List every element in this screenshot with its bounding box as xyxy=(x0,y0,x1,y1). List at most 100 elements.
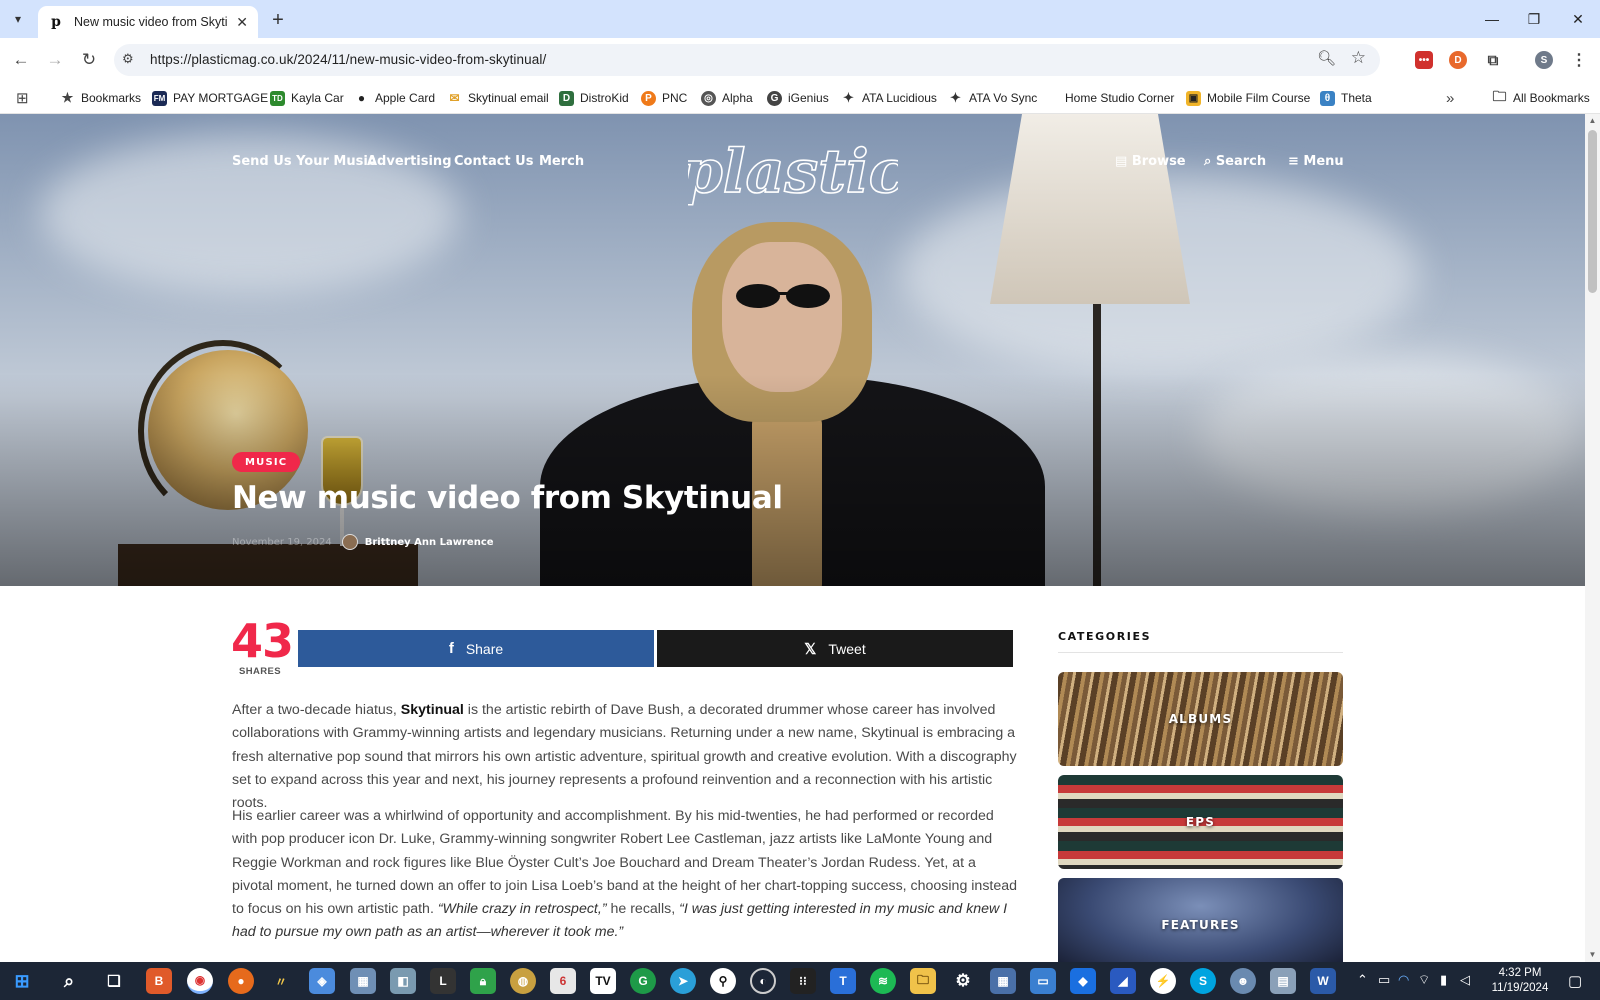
spotify-icon[interactable]: ≋ xyxy=(870,968,896,994)
nav-contact-us[interactable]: Contact Us xyxy=(454,154,533,169)
app-6-icon[interactable]: 6 xyxy=(550,968,576,994)
tray-app-icon[interactable]: ◠ xyxy=(1398,972,1409,988)
apps-grid-icon[interactable]: ⊞ xyxy=(16,88,29,108)
bookmark-kayla-car[interactable]: TD Kayla Car xyxy=(270,88,344,108)
photos-icon[interactable]: ▦ xyxy=(350,968,376,994)
dots-app-icon[interactable]: ⁝⁝ xyxy=(790,968,816,994)
restore-button[interactable]: ❐ xyxy=(1514,8,1554,30)
plastic-logo[interactable]: plastic xyxy=(688,136,898,212)
copilot-icon[interactable]: ◈ xyxy=(309,968,335,994)
bookmark-pnc[interactable]: P PNC xyxy=(641,88,687,108)
taskbar-clock[interactable]: 4:32 PM 11/19/2024 xyxy=(1488,966,1552,996)
category-card-features[interactable]: FEATURES xyxy=(1058,878,1343,962)
nav-search[interactable]: ⌕ Search xyxy=(1204,154,1266,169)
task-view-icon[interactable]: ❏ xyxy=(101,968,127,994)
calculator-icon[interactable]: ▦ xyxy=(990,968,1016,994)
scroll-thumb[interactable] xyxy=(1588,130,1597,293)
profile-avatar[interactable]: S xyxy=(1535,51,1553,69)
nav-browse[interactable]: ▤ Browse xyxy=(1115,154,1186,169)
all-bookmarks[interactable]: 🗀︎ All Bookmarks xyxy=(1492,88,1590,108)
remote-desktop-icon[interactable]: ▭ xyxy=(1030,968,1056,994)
scroll-up-arrow-icon[interactable]: ▲ xyxy=(1585,114,1600,128)
new-tab-button[interactable]: + xyxy=(266,8,290,32)
nav-send-us-your-music[interactable]: Send Us Your Music xyxy=(232,154,376,169)
bookmark-star-icon[interactable]: ☆ xyxy=(1351,48,1366,68)
extensions-puzzle-icon[interactable]: ⧉ xyxy=(1484,51,1502,69)
bookmark-theta[interactable]: θ Theta xyxy=(1320,88,1372,108)
author-avatar[interactable] xyxy=(341,534,358,550)
tradingview-icon[interactable]: TV xyxy=(590,968,616,994)
location-app-icon[interactable]: ⚲ xyxy=(710,968,736,994)
lastpass-extension-icon[interactable]: ••• xyxy=(1415,51,1433,69)
battery-icon[interactable]: ▮ xyxy=(1440,972,1447,988)
app-icon[interactable]: ☻ xyxy=(1230,968,1256,994)
close-tab-icon[interactable]: ✕ xyxy=(236,14,248,31)
nav-menu[interactable]: ≡ Menu xyxy=(1288,154,1344,169)
bookmark-ata-vo-sync[interactable]: ✦ ATA Vo Sync xyxy=(948,88,1037,108)
minimize-button[interactable]: — xyxy=(1472,8,1512,30)
address-bar[interactable]: ⚙ https://plasticmag.co.uk/2024/11/new-m… xyxy=(114,44,1380,76)
bookmark-bookmarks[interactable]: ★ Bookmarks xyxy=(60,88,141,108)
bookmark-alpha[interactable]: ◎ Alpha xyxy=(701,88,753,108)
obs-icon[interactable]: ◐ xyxy=(750,968,776,994)
tweet-button[interactable]: 𝕏 Tweet xyxy=(657,630,1013,667)
app-icon[interactable]: ⚡ xyxy=(1150,968,1176,994)
author-name[interactable]: Brittney Ann Lawrence xyxy=(365,537,494,548)
terminal-app-icon[interactable]: L xyxy=(430,968,456,994)
duckduckgo-extension-icon[interactable]: D xyxy=(1449,51,1467,69)
reload-button[interactable]: ↻ xyxy=(77,48,101,72)
lock-app-icon[interactable]: 🔒︎ xyxy=(470,968,496,994)
app-icon[interactable]: ◍ xyxy=(510,968,536,994)
tab-active[interactable]: p New music video from Skytinual ✕ xyxy=(38,6,258,38)
dropbox-icon[interactable]: ◆ xyxy=(1070,968,1096,994)
file-explorer-icon[interactable]: 🗀︎ xyxy=(910,968,936,994)
post-meta: November 19, 2024 Brittney Ann Lawrence xyxy=(232,532,494,552)
url-text[interactable]: https://plasticmag.co.uk/2024/11/new-mus… xyxy=(150,52,546,67)
skype-icon[interactable]: S xyxy=(1190,968,1216,994)
t-app-icon[interactable]: T xyxy=(830,968,856,994)
word-icon[interactable]: W xyxy=(1310,968,1336,994)
bookmark-pay-mortgage[interactable]: FM PAY MORTGAGE xyxy=(152,88,268,108)
close-window-button[interactable]: ✕ xyxy=(1558,8,1598,30)
scroll-down-arrow-icon[interactable]: ▼ xyxy=(1585,948,1600,962)
bookmark-apple-card[interactable]: ● Apple Card xyxy=(354,88,435,108)
notifications-icon[interactable]: ▢ xyxy=(1568,972,1582,990)
telegram-icon[interactable]: ➤ xyxy=(670,968,696,994)
bookmark-skytinual-email[interactable]: ✉ Skytinual email xyxy=(447,88,548,108)
site-info-icon[interactable]: ⚙ xyxy=(122,51,134,67)
tray-chevron-icon[interactable]: ⌃ xyxy=(1357,972,1368,988)
search-taskbar-icon[interactable]: ⌕ xyxy=(56,968,82,994)
more-bookmarks-chevron-icon[interactable]: » xyxy=(1446,88,1454,108)
category-card-eps[interactable]: EPS xyxy=(1058,775,1343,869)
bookmark-home-studio-corner[interactable]: Home Studio Corner xyxy=(1065,88,1174,108)
facebook-share-button[interactable]: f Share xyxy=(298,630,654,667)
share-count-number: 43 xyxy=(231,614,294,668)
bookmark-ata-lucidious[interactable]: ✦ ATA Lucidious xyxy=(841,88,937,108)
brave-icon[interactable]: B xyxy=(146,968,172,994)
bookmark-distrokid[interactable]: D DistroKid xyxy=(559,88,629,108)
category-badge[interactable]: MUSIC xyxy=(232,452,301,472)
notes-icon[interactable]: ◧ xyxy=(390,968,416,994)
page-scrollbar[interactable]: ▲ ▼ xyxy=(1585,114,1600,962)
volume-icon[interactable]: ◁ xyxy=(1460,972,1470,988)
app-icon[interactable]: ◢ xyxy=(1110,968,1136,994)
zoom-icon[interactable]: 🔍︎ xyxy=(1317,49,1336,67)
forward-button[interactable]: → xyxy=(43,48,67,72)
browser-menu-icon[interactable]: ⋮ xyxy=(1570,51,1588,69)
grammarly-icon[interactable]: G xyxy=(630,968,656,994)
nav-advertising[interactable]: Advertising xyxy=(367,154,452,169)
nav-merch[interactable]: Merch xyxy=(539,154,584,169)
start-windows-icon[interactable]: ⊞ xyxy=(9,968,35,994)
network-icon[interactable]: ▭ xyxy=(1378,972,1390,988)
app-icon[interactable]: ▤ xyxy=(1270,968,1296,994)
chrome-icon[interactable]: ◉ xyxy=(187,968,213,994)
tab-search-chevron-icon[interactable]: ▾ xyxy=(6,8,30,30)
bookmark-igenius[interactable]: GiGenius xyxy=(767,88,829,108)
settings-gear-icon[interactable]: ⚙ xyxy=(950,968,976,994)
app-icon[interactable]: 〃 xyxy=(268,968,294,994)
wifi-icon[interactable]: ⌔ xyxy=(1418,972,1430,988)
category-card-albums[interactable]: ALBUMS xyxy=(1058,672,1343,766)
bookmark-mobile-film-course[interactable]: ▣ Mobile Film Course xyxy=(1186,88,1310,108)
firefox-icon[interactable]: ● xyxy=(228,968,254,994)
back-button[interactable]: ← xyxy=(9,48,33,72)
